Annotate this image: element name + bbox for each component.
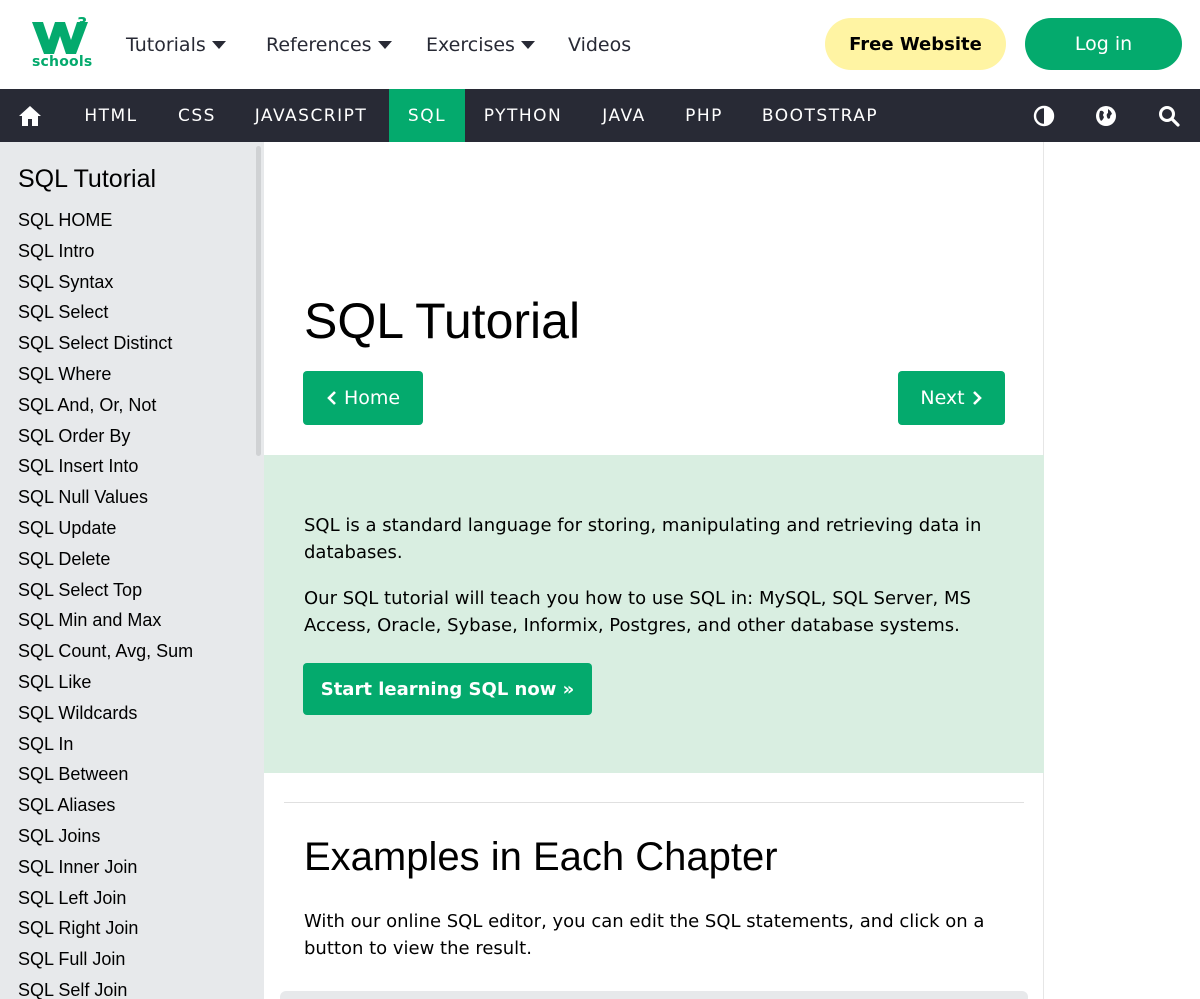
nav-videos-label: Videos [568, 34, 632, 56]
caret-down-icon [211, 41, 226, 49]
sidebar-item-sql-null-values[interactable]: SQL Null Values [18, 485, 193, 516]
sidebar-scrollbar[interactable] [256, 146, 261, 456]
tab-java[interactable]: JAVA [586, 89, 662, 142]
sidebar-item-sql-update[interactable]: SQL Update [18, 516, 193, 547]
examples-paragraph: With our online SQL editor, you can edit… [304, 911, 985, 959]
contrast-icon[interactable] [1024, 89, 1064, 142]
caret-down-icon [520, 41, 535, 49]
sidebar-item-sql-in[interactable]: SQL In [18, 732, 193, 763]
tab-bootstrap[interactable]: BOOTSTRAP [748, 89, 892, 142]
sidebar-item-sql-and-or-not[interactable]: SQL And, Or, Not [18, 393, 193, 424]
sidebar-item-sql-intro[interactable]: SQL Intro [18, 239, 193, 270]
tab-sql[interactable]: SQL [389, 89, 465, 142]
nav-tutorials-label: Tutorials [126, 34, 206, 56]
nav-references[interactable]: References [266, 30, 392, 60]
sidebar-item-sql-full-join[interactable]: SQL Full Join [18, 947, 193, 978]
sidebar-item-sql-select[interactable]: SQL Select [18, 300, 193, 331]
main-content: SQL Tutorial Home Next SQL is a standard… [264, 142, 1044, 999]
sidebar-item-sql-self-join[interactable]: SQL Self Join [18, 978, 193, 999]
top-header: 3 schools Tutorials References Exercises… [0, 0, 1200, 89]
sidebar-list: SQL HOME SQL Intro SQL Syntax SQL Select… [18, 208, 193, 999]
example-box [280, 991, 1028, 999]
home-button[interactable]: Home [303, 371, 423, 425]
next-button[interactable]: Next [898, 371, 1005, 425]
login-button[interactable]: Log in [1025, 18, 1182, 70]
caret-down-icon [377, 41, 392, 49]
nav-exercises[interactable]: Exercises [426, 30, 535, 60]
topic-nav-bar: HTML CSS JAVASCRIPT SQL PYTHON JAVA PHP … [0, 89, 1200, 142]
tab-javascript[interactable]: JAVASCRIPT [238, 89, 384, 142]
intro-paragraph-1: SQL is a standard language for storing, … [304, 515, 982, 563]
nav-videos[interactable]: Videos [568, 30, 631, 60]
sidebar-title: SQL Tutorial [18, 165, 157, 193]
globe-icon[interactable] [1086, 89, 1126, 142]
next-button-label: Next [920, 387, 965, 409]
sidebar-item-sql-inner-join[interactable]: SQL Inner Join [18, 855, 193, 886]
sidebar-item-sql-left-join[interactable]: SQL Left Join [18, 886, 193, 917]
sidebar-item-sql-where[interactable]: SQL Where [18, 362, 193, 393]
tab-php[interactable]: PHP [672, 89, 736, 142]
sidebar-item-sql-home[interactable]: SQL HOME [18, 208, 193, 239]
home-icon[interactable] [10, 89, 50, 142]
sidebar-item-sql-joins[interactable]: SQL Joins [18, 824, 193, 855]
logo-text: schools [32, 54, 93, 70]
home-button-label: Home [343, 387, 401, 409]
free-website-button[interactable]: Free Website [825, 18, 1006, 70]
tab-python[interactable]: PYTHON [470, 89, 576, 142]
sidebar-item-sql-between[interactable]: SQL Between [18, 762, 193, 793]
sidebar-item-sql-like[interactable]: SQL Like [18, 670, 193, 701]
logo-superscript: 3 [77, 14, 88, 32]
chevron-left-icon [327, 391, 336, 405]
sidebar-item-sql-select-top[interactable]: SQL Select Top [18, 578, 193, 609]
sidebar-item-sql-right-join[interactable]: SQL Right Join [18, 916, 193, 947]
search-icon[interactable] [1149, 89, 1189, 142]
sidebar-item-sql-delete[interactable]: SQL Delete [18, 547, 193, 578]
sidebar-item-sql-order-by[interactable]: SQL Order By [18, 424, 193, 455]
sidebar-item-sql-min-and-max[interactable]: SQL Min and Max [18, 608, 193, 639]
nav-tutorials[interactable]: Tutorials [126, 30, 226, 60]
sidebar-item-sql-count-avg-sum[interactable]: SQL Count, Avg, Sum [18, 639, 193, 670]
right-column [1044, 142, 1200, 999]
sidebar-item-sql-insert-into[interactable]: SQL Insert Into [18, 454, 193, 485]
sidebar: SQL Tutorial SQL HOME SQL Intro SQL Synt… [0, 142, 264, 999]
chevron-right-icon [972, 391, 982, 405]
examples-heading: Examples in Each Chapter [304, 835, 778, 879]
sidebar-item-sql-aliases[interactable]: SQL Aliases [18, 793, 193, 824]
tab-html[interactable]: HTML [66, 89, 156, 142]
nav-exercises-label: Exercises [426, 34, 515, 56]
tab-css[interactable]: CSS [162, 89, 232, 142]
intro-panel: SQL is a standard language for storing, … [264, 455, 1044, 773]
sidebar-item-sql-wildcards[interactable]: SQL Wildcards [18, 701, 193, 732]
divider [284, 802, 1024, 803]
nav-references-label: References [266, 34, 372, 56]
start-learning-button[interactable]: Start learning SQL now » [303, 663, 592, 715]
intro-paragraph-2: Our SQL tutorial will teach you how to u… [304, 588, 971, 636]
sidebar-item-sql-syntax[interactable]: SQL Syntax [18, 270, 193, 301]
page-title: SQL Tutorial [304, 293, 581, 349]
sidebar-item-sql-select-distinct[interactable]: SQL Select Distinct [18, 331, 193, 362]
